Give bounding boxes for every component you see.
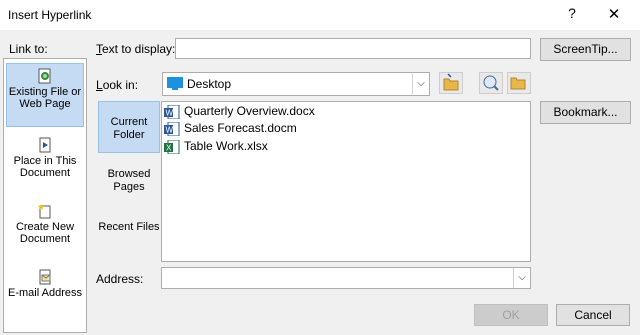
bookmark-button[interactable]: Bookmark... [540,101,631,124]
tab-browsed-pages-label: Browsed Pages [107,168,151,193]
svg-text:W: W [166,108,174,117]
link-existing-file[interactable]: Existing File or Web Page [6,63,84,127]
create-new-document-icon [38,204,51,219]
ok-button[interactable]: OK [474,304,548,326]
link-create-new-document[interactable]: Create New Document [6,199,84,255]
chevron-down-icon[interactable]: ⌵ [412,74,429,94]
place-in-document-icon [39,137,51,153]
word-file-icon: W [164,104,180,119]
text-to-display-input[interactable] [175,38,531,59]
close-button[interactable]: ✕ [600,5,628,25]
svg-text:X: X [166,143,172,152]
screentip-button[interactable]: ScreenTip... [540,38,631,61]
existing-file-icon [38,68,51,84]
tab-browsed-pages[interactable]: Browsed Pages [98,168,160,198]
folder-up-icon [443,73,459,91]
look-in-value: Desktop [187,77,232,91]
svg-text:W: W [166,125,174,134]
cancel-button[interactable]: Cancel [556,304,630,326]
desktop-icon [167,77,183,90]
list-item[interactable]: W Quarterly Overview.docx [164,103,315,119]
link-to-label: Link to: [9,42,48,56]
email-address-icon [39,269,51,285]
word-file-icon: W [164,121,180,136]
link-place-in-document-label: Place in This Document [13,155,77,179]
up-one-folder-button[interactable] [439,72,463,94]
tab-recent-files-label: Recent Files [98,221,160,233]
link-existing-file-label: Existing File or Web Page [8,86,82,110]
file-name: Quarterly Overview.docx [184,104,315,118]
address-input[interactable]: ⌵ [161,267,531,289]
help-button[interactable]: ? [560,5,584,25]
window-title: Insert Hyperlink [8,8,92,22]
look-in-select[interactable]: Desktop ⌵ [162,72,430,96]
address-label: Address: [96,272,144,286]
address-chevron-down-icon[interactable]: ⌵ [513,268,530,288]
list-item[interactable]: W Sales Forecast.docm [164,120,297,136]
link-email-address[interactable]: E-mail Address [6,265,84,321]
link-email-address-label: E-mail Address [8,287,82,299]
list-item[interactable]: X Table Work.xlsx [164,138,268,154]
browse-file-button[interactable] [507,72,531,94]
browse-web-icon [483,75,499,91]
link-to-bar: Existing File or Web Page Place in This … [3,58,87,333]
link-place-in-document[interactable]: Place in This Document [6,133,84,189]
tab-current-folder[interactable]: Current Folder [98,101,160,153]
tab-recent-files[interactable]: Recent Files [98,221,160,251]
file-name: Sales Forecast.docm [184,121,297,135]
tab-current-folder-label: Current Folder [110,116,148,141]
text-to-display-label: Text to display: [96,42,176,56]
folder-open-icon [510,77,526,90]
excel-file-icon: X [164,139,180,154]
file-name: Table Work.xlsx [184,139,268,153]
link-create-new-document-label: Create New Document [15,221,75,245]
browse-web-button[interactable] [479,72,503,94]
title-bar [0,0,640,30]
look-in-label: Look in: [96,78,139,92]
